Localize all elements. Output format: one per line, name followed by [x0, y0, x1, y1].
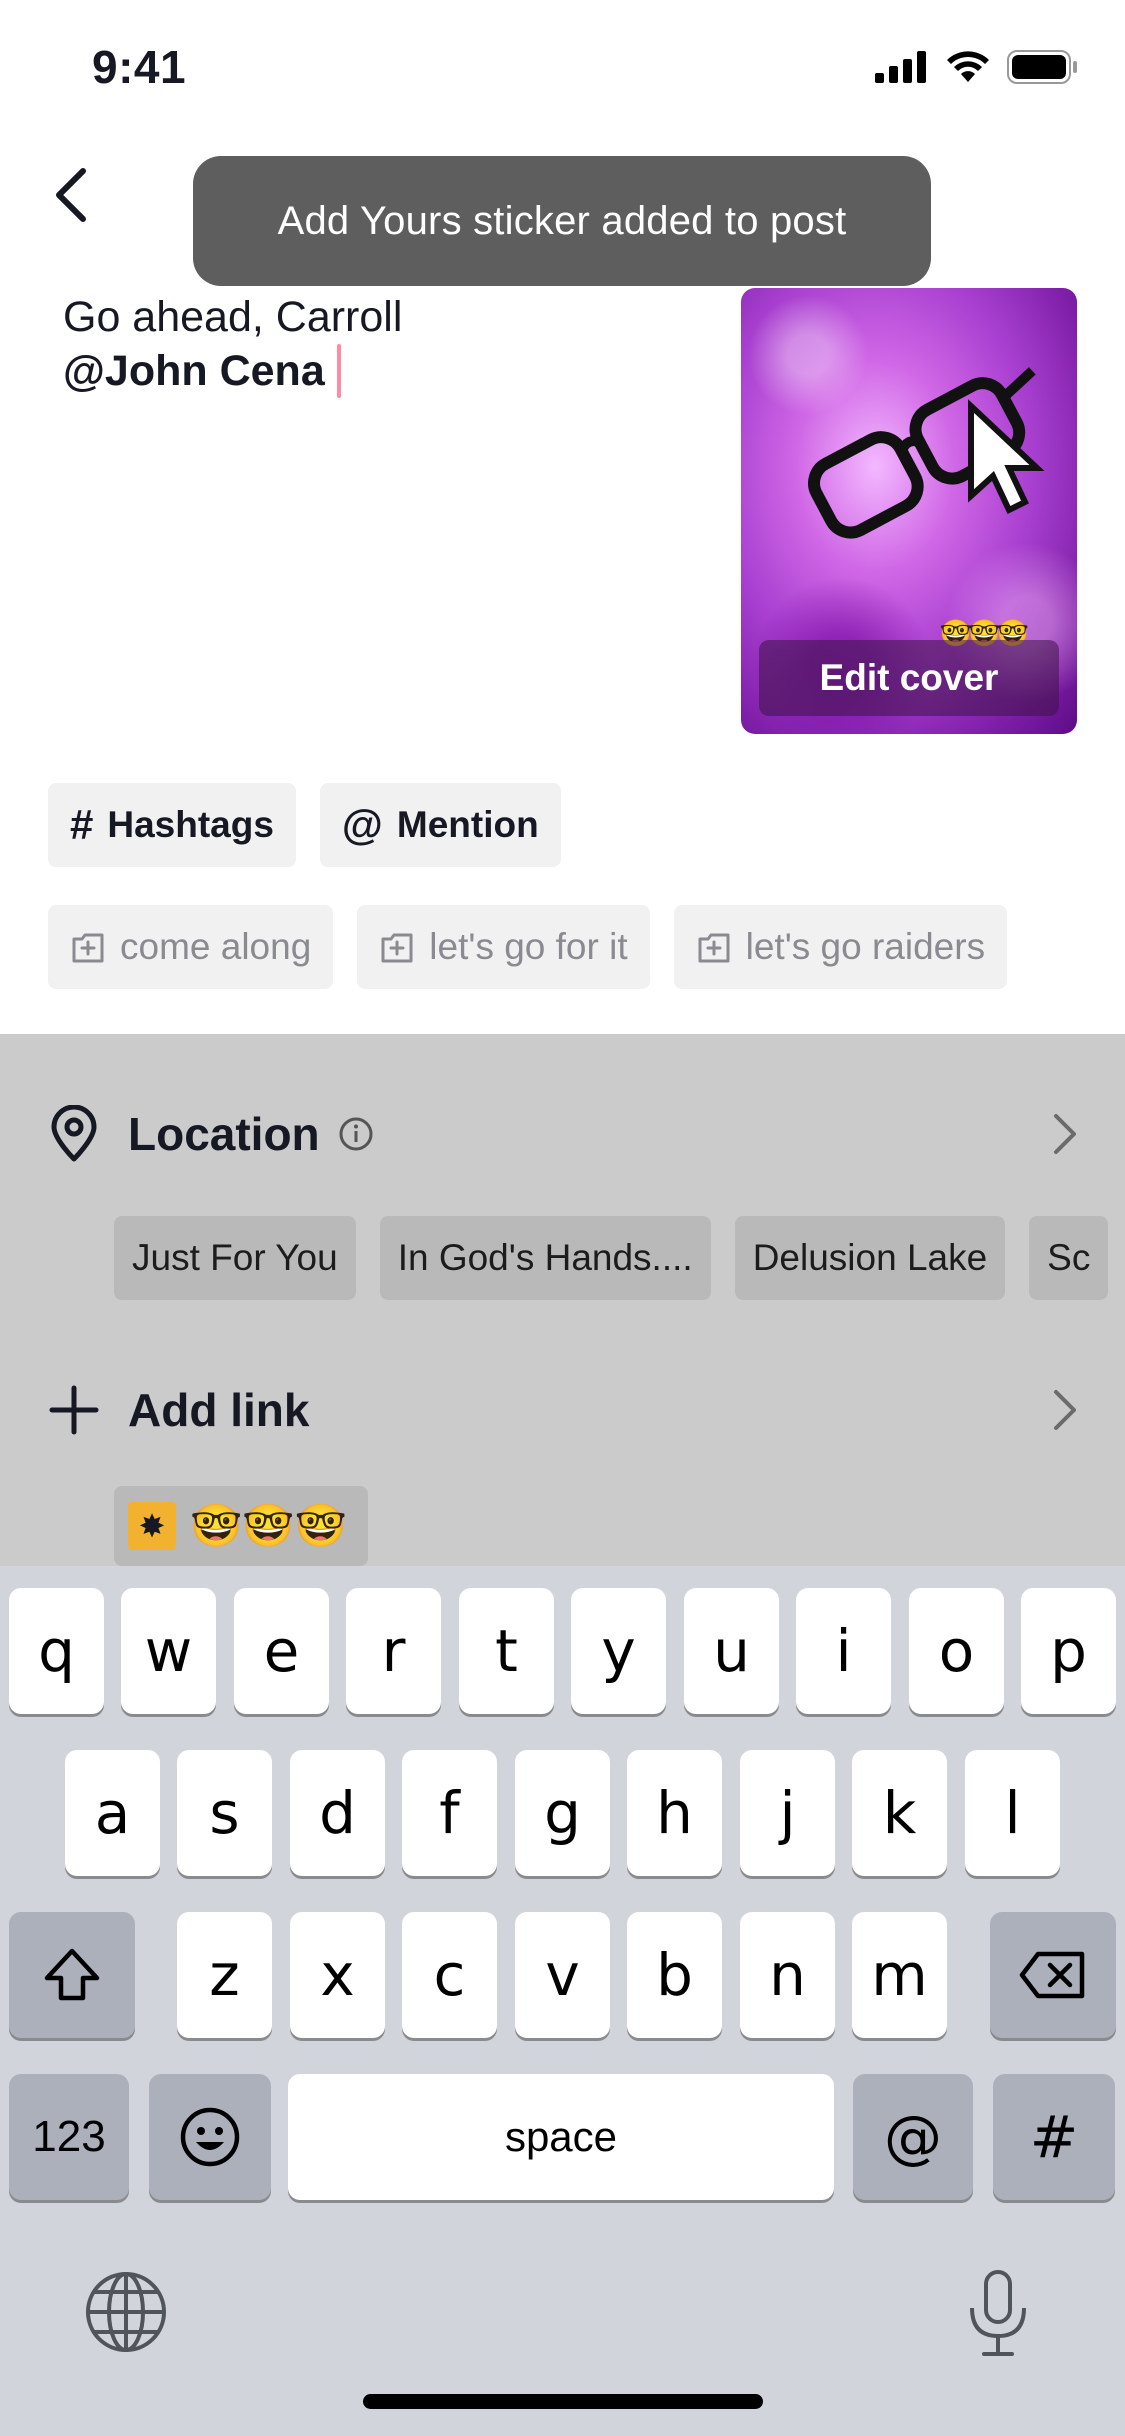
emoji-key[interactable] — [149, 2074, 271, 2200]
battery-icon — [1007, 50, 1077, 84]
add-link-title: Add link — [128, 1384, 310, 1436]
hashtag-icon: # — [70, 801, 94, 848]
caption-line: Go ahead, Carroll — [63, 293, 403, 341]
status-bar: 9:41 — [0, 0, 1125, 132]
settings-section: Location Just For You In God's Hands....… — [0, 1034, 1125, 1566]
key-t[interactable]: t — [459, 1588, 554, 1714]
back-button[interactable] — [38, 160, 104, 230]
add-link-row[interactable]: Add link — [48, 1370, 1088, 1450]
key-l[interactable]: l — [965, 1750, 1060, 1876]
key-w[interactable]: w — [121, 1588, 216, 1714]
key-q[interactable]: q — [9, 1588, 104, 1714]
mention-label: Mention — [396, 804, 539, 845]
caption-tools: # Hashtags @ Mention — [48, 783, 561, 867]
hashtags-button[interactable]: # Hashtags — [48, 783, 296, 867]
globe-icon[interactable] — [84, 2270, 168, 2354]
key-r[interactable]: r — [346, 1588, 441, 1714]
chevron-left-icon — [56, 168, 86, 222]
status-icons — [875, 50, 1079, 84]
chevron-right-icon — [1054, 1114, 1076, 1154]
key-f[interactable]: f — [402, 1750, 497, 1876]
shift-key[interactable] — [9, 1912, 135, 2038]
key-b[interactable]: b — [627, 1912, 722, 2038]
key-v[interactable]: v — [515, 1912, 610, 2038]
key-n[interactable]: n — [740, 1912, 835, 2038]
location-title: Location — [128, 1108, 320, 1160]
status-time: 9:41 — [92, 41, 187, 93]
microphone-icon[interactable] — [966, 2268, 1030, 2358]
home-indicator — [363, 2394, 763, 2409]
hash-key[interactable]: # — [993, 2074, 1115, 2200]
link-emoji: 🤓🤓🤓 — [190, 1501, 347, 1549]
mention-text: @John Cena — [63, 344, 703, 398]
key-k[interactable]: k — [852, 1750, 947, 1876]
key-c[interactable]: c — [402, 1912, 497, 2038]
location-pin-icon — [51, 1105, 97, 1162]
key-i[interactable]: i — [796, 1588, 891, 1714]
link-suggestion-chip[interactable]: ✸ 🤓🤓🤓 — [114, 1486, 368, 1566]
suggestion-label: let's go for it — [429, 926, 628, 967]
suggestion-chip[interactable]: let's go for it — [357, 905, 650, 989]
edit-cover-button[interactable]: Edit cover — [759, 640, 1059, 716]
mention-button[interactable]: @ Mention — [319, 783, 561, 867]
location-chip[interactable]: Delusion Lake — [734, 1216, 1006, 1300]
key-h[interactable]: h — [627, 1750, 722, 1876]
backspace-key[interactable] — [990, 1912, 1116, 2038]
info-icon[interactable] — [338, 1116, 374, 1152]
add-sticker-icon — [698, 933, 730, 963]
key-z[interactable]: z — [177, 1912, 272, 2038]
add-yours-suggestions: come along let's go for it let's go raid… — [48, 905, 1008, 989]
numbers-key[interactable]: 123 — [9, 2074, 129, 2200]
chevron-right-icon — [1054, 1390, 1076, 1430]
video-cover[interactable]: 🤓🤓🤓 Edit cover — [741, 288, 1077, 734]
suggestion-chip[interactable]: come along — [48, 905, 334, 989]
hashtags-label: Hashtags — [107, 804, 274, 845]
key-e[interactable]: e — [234, 1588, 329, 1714]
caption-input[interactable]: Go ahead, Carroll @John Cena — [63, 290, 703, 398]
key-a[interactable]: a — [65, 1750, 160, 1876]
mention-label: @John Cena — [63, 347, 325, 395]
plus-icon — [49, 1385, 99, 1435]
add-sticker-icon — [72, 933, 104, 963]
key-g[interactable]: g — [515, 1750, 610, 1876]
at-icon: @ — [341, 801, 383, 848]
cellular-signal-icon — [875, 51, 926, 83]
at-key[interactable]: @ — [853, 2074, 973, 2200]
toast-message: Add Yours sticker added to post — [193, 156, 931, 286]
key-s[interactable]: s — [177, 1750, 272, 1876]
backspace-icon — [1019, 1951, 1085, 1999]
effect-icon: ✸ — [128, 1502, 176, 1550]
key-o[interactable]: o — [909, 1588, 1004, 1714]
location-chip[interactable]: Just For You — [114, 1216, 356, 1300]
suggestion-chip[interactable]: let's go raiders — [673, 905, 1008, 989]
key-j[interactable]: j — [740, 1750, 835, 1876]
shift-icon — [44, 1948, 100, 2001]
space-key[interactable]: space — [288, 2074, 834, 2200]
suggestion-label: let's go raiders — [745, 926, 986, 967]
add-sticker-icon — [381, 933, 413, 963]
key-m[interactable]: m — [852, 1912, 947, 2038]
key-p[interactable]: p — [1021, 1588, 1116, 1714]
key-x[interactable]: x — [290, 1912, 385, 2038]
location-row[interactable]: Location — [48, 1094, 1088, 1174]
key-d[interactable]: d — [290, 1750, 385, 1876]
text-cursor — [336, 344, 341, 398]
key-u[interactable]: u — [684, 1588, 779, 1714]
wifi-icon — [947, 51, 989, 82]
emoji-icon — [180, 2107, 240, 2167]
location-chip[interactable]: Sc — [1029, 1216, 1109, 1300]
suggestion-label: come along — [120, 926, 312, 967]
key-y[interactable]: y — [571, 1588, 666, 1714]
location-chip[interactable]: In God's Hands.... — [379, 1216, 711, 1300]
location-suggestions: Just For You In God's Hands.... Delusion… — [114, 1216, 1109, 1300]
